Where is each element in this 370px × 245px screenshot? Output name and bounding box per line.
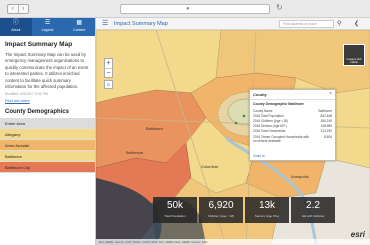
stat-value: 13k: [258, 200, 276, 211]
popup-row: 2016 Total Population 832,468: [250, 113, 335, 118]
browser-nav-buttons: ‹ ›: [7, 4, 29, 14]
popup-row-value: 148,989: [320, 124, 332, 129]
popup-row-key: County Name: [253, 108, 273, 113]
stat-label: Total Population: [164, 214, 186, 218]
popup-row: 2016 Children (Age <18) 180,240: [250, 118, 335, 123]
zoom-control: + −: [104, 58, 113, 78]
popup-row: County Name Baltimore: [250, 108, 335, 113]
stat-label: Seniors (Age 65+): [254, 214, 280, 218]
share-icon[interactable]: ❮: [354, 20, 359, 27]
side-panel: ⓘ About ☰ Legend ▦ Content Impact Summar…: [0, 18, 96, 245]
county-item-baltimore-city[interactable]: Baltimore City: [0, 162, 95, 174]
stat-seniors: 13k Seniors (Age 65+): [245, 197, 289, 223]
home-button[interactable]: ⌂: [104, 80, 113, 89]
county-popup: County × County Demographic Baltimore Co…: [249, 89, 336, 161]
popup-row-value: Baltimore: [318, 108, 332, 113]
popup-title: County: [250, 90, 335, 100]
panel-title: Impact Summary Map: [5, 41, 73, 48]
layers-icon: ▦: [76, 20, 83, 26]
panel-tabs: ⓘ About ☰ Legend ▦ Content: [0, 18, 95, 36]
stat-value: 50k: [166, 200, 184, 211]
basemap-label: Imagery with Labels: [346, 58, 362, 64]
menu-icon[interactable]: ☰: [102, 20, 108, 28]
map-header: ☰ Impact Summary Map Find address or pla…: [96, 18, 370, 30]
county-item-anne-arundel[interactable]: Anne Arundel: [0, 140, 95, 152]
browser-toolbar: ‹ › ● ↻: [0, 0, 370, 18]
county-item-baltimore[interactable]: Baltimore: [0, 151, 95, 163]
info-icon: ⓘ: [12, 20, 19, 26]
city-label: Baltimore: [146, 126, 163, 131]
stat-label: HH with Vehicles: [301, 214, 325, 218]
tab-legend[interactable]: ☰ Legend: [32, 18, 64, 36]
city-label: Columbia: [201, 164, 218, 169]
county-item-entire-area[interactable]: Entire Area: [0, 118, 95, 130]
popup-row: 2016 Seniors (Age 65+) 148,989: [250, 124, 335, 129]
stats-bar: 50k Total Population 6,920 Children (Age…: [153, 197, 337, 223]
stat-value: 6,920: [208, 200, 234, 211]
lock-icon: ●: [186, 6, 190, 12]
popup-row-value: 832,468: [320, 113, 332, 118]
tab-content-label: Content: [73, 28, 86, 32]
panel-description: The Impact Summary Map can be used by em…: [5, 52, 89, 90]
back-arrow-icon[interactable]: ‹: [8, 5, 18, 13]
popup-row-key: 2016 Total Population: [253, 113, 284, 118]
county-item-allegany[interactable]: Allegany: [0, 129, 95, 141]
popup-row: 2016 Owner Occupied Households with no v…: [250, 134, 335, 143]
popup-row-value: 8,506: [324, 134, 332, 139]
search-icon[interactable]: ⚲: [337, 20, 341, 27]
close-icon[interactable]: ×: [329, 91, 332, 97]
popup-header: County Demographic Baltimore: [253, 102, 304, 106]
popup-row-key: 2016 Children (Age <18): [253, 118, 288, 123]
stat-label: Children (Age < 18): [207, 214, 235, 218]
map-title: Impact Summary Map: [114, 20, 168, 27]
stat-total-population: 50k Total Population: [153, 197, 197, 223]
popup-zoom-link[interactable]: Zoom to: [253, 154, 265, 158]
popup-row-key: 2016 Seniors (Age 65+): [253, 124, 287, 129]
stat-children: 6,920 Children (Age < 18): [199, 197, 243, 223]
county-demographics-title: County Demographics: [5, 109, 70, 116]
address-bar[interactable]: ●: [120, 4, 270, 14]
popup-row-value: 313,250: [320, 129, 332, 134]
popup-row: 2016 Total Households 313,250: [250, 129, 335, 134]
tab-legend-label: Legend: [41, 28, 54, 32]
popup-row-value: 180,240: [320, 118, 332, 123]
basemap-toggle[interactable]: Imagery with Labels: [343, 44, 365, 66]
map-attribution: Esri, HERE, Garmin, FAO, NOAA, USGS, EPA…: [96, 239, 370, 245]
legend-icon: ☰: [44, 20, 51, 26]
tab-about-label: About: [11, 28, 21, 32]
esri-logo: esri: [350, 230, 365, 239]
tab-content[interactable]: ▦ Content: [63, 18, 95, 36]
popup-row-key: 2016 Owner Occupied Households with no v…: [253, 134, 309, 143]
zoom-in-button[interactable]: +: [105, 59, 112, 68]
popup-row-key: 2016 Total Households: [253, 129, 286, 134]
stat-households-vehicles: 2.2 HH with Vehicles: [291, 197, 335, 223]
forward-arrow-icon[interactable]: ›: [17, 5, 29, 13]
map-view[interactable]: Baltimore Columbia Annapolis Bethesda ☰ …: [96, 18, 370, 245]
more-info-link[interactable]: Find out more: [0, 96, 95, 107]
tab-about[interactable]: ⓘ About: [0, 18, 32, 36]
stat-value: 2.2: [306, 200, 320, 211]
city-label: Annapolis: [291, 174, 309, 179]
zoom-out-button[interactable]: −: [105, 68, 112, 77]
search-input[interactable]: Find address or place: [279, 20, 334, 28]
reload-icon[interactable]: ↻: [276, 3, 283, 12]
city-label: Bethesda: [126, 150, 143, 155]
